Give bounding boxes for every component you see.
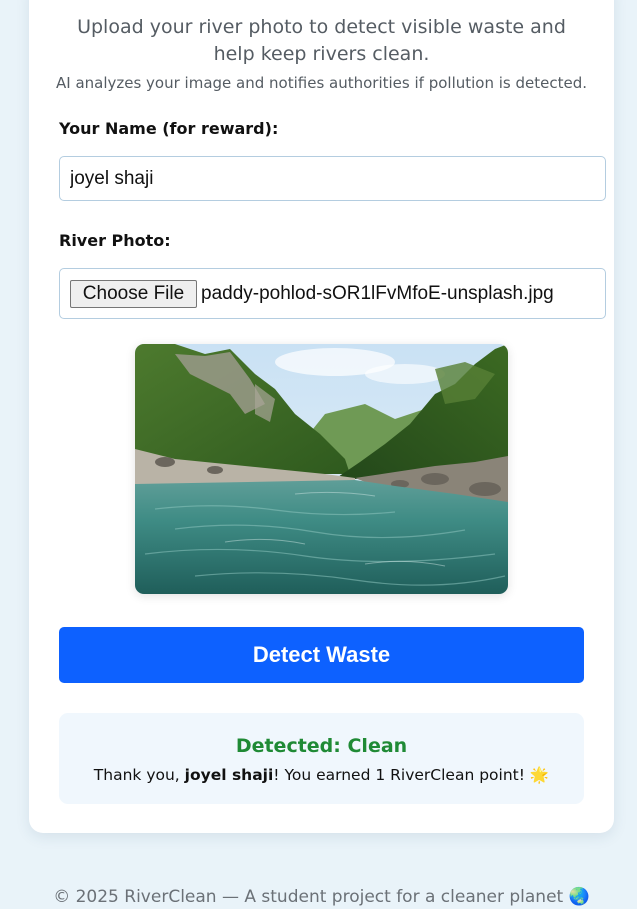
name-input[interactable] xyxy=(59,156,606,201)
river-photo-preview xyxy=(135,344,508,594)
detect-waste-button[interactable]: Detect Waste xyxy=(59,627,584,683)
name-label: Your Name (for reward): xyxy=(59,119,279,138)
intro-subtitle: Upload your river photo to detect visibl… xyxy=(77,16,566,65)
choose-file-button[interactable]: Choose File xyxy=(70,280,197,308)
photo-label: River Photo: xyxy=(59,231,171,250)
river-photo-image xyxy=(135,344,508,594)
star-icon: 🌟 xyxy=(529,766,550,784)
result-panel: Detected: Clean Thank you, joyel shaji! … xyxy=(59,713,584,804)
result-message: Thank you, joyel shaji! You earned 1 Riv… xyxy=(59,764,584,786)
thanks-suffix: ! You earned 1 RiverClean point! xyxy=(273,766,530,784)
selected-file-name: paddy-pohlod-sOR1lFvMfoE-unsplash.jpg xyxy=(201,283,554,304)
thanks-prefix: Thank you, xyxy=(93,766,185,784)
result-status: Detected: Clean xyxy=(235,735,408,757)
file-input[interactable]: Choose File paddy-pohlod-sOR1lFvMfoE-uns… xyxy=(59,268,606,319)
result-user-name: joyel shaji xyxy=(184,766,274,784)
footer-text: © 2025 RiverClean — A student project fo… xyxy=(53,887,590,907)
intro-note: AI analyzes your image and notifies auth… xyxy=(55,74,587,92)
